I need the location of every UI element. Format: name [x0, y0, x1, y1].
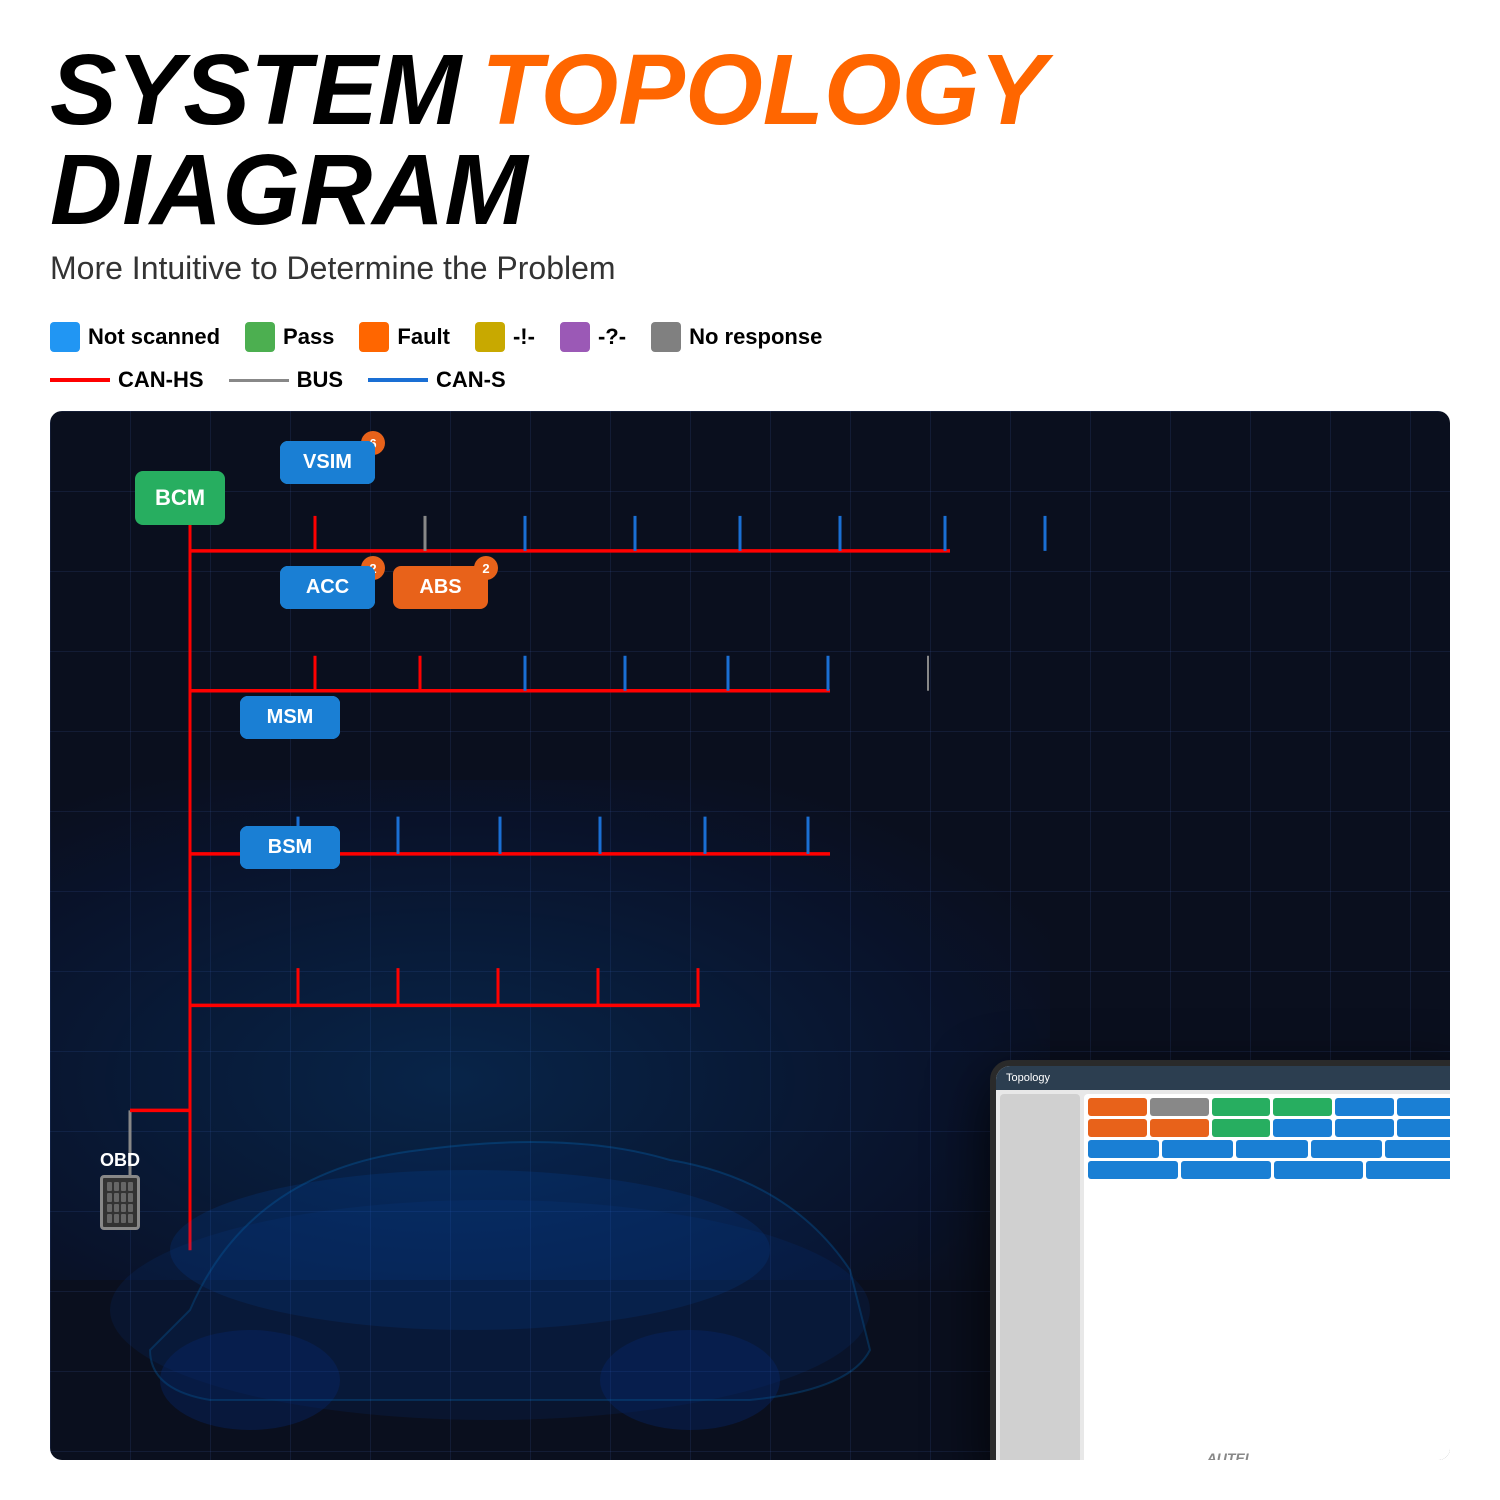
obd-icon [100, 1175, 140, 1230]
title-section: SYSTEM TOPOLOGY DIAGRAM More Intuitive t… [50, 40, 1450, 287]
row2: TCM 2 ABS 2 IPC EPS SCCM RFH ACC [280, 566, 488, 609]
legend-fault-label: Fault [397, 324, 450, 350]
tablet-brand: AUTEL [1207, 1450, 1254, 1460]
tablet-row-4 [1088, 1161, 1450, 1179]
car-silhouette [70, 970, 970, 1450]
legend-excl-label: -!- [513, 324, 535, 350]
tm-sccm [1335, 1119, 1394, 1137]
tm-orc [1212, 1098, 1271, 1116]
module-abs[interactable]: ABS 2 [393, 566, 488, 609]
tablet-row-1 [1088, 1098, 1450, 1116]
legend-excl: -!- [475, 322, 535, 352]
lines-legend: CAN-HS BUS CAN-S [50, 367, 1450, 393]
legend-can-hs: CAN-HS [50, 367, 204, 393]
legend-no-response: No response [651, 322, 822, 352]
module-acc[interactable]: ACC [280, 566, 375, 609]
tablet-header-text: Topology [1006, 1072, 1050, 1084]
tm-ics [1236, 1140, 1307, 1158]
tm-ddm [1274, 1161, 1364, 1179]
tablet-row-3 [1088, 1140, 1450, 1158]
legend-box-blue [50, 322, 80, 352]
legend-fault: Fault [359, 322, 450, 352]
tm-tcm [1088, 1119, 1147, 1137]
obd-connector: OBD [100, 1150, 140, 1230]
tablet-device: Topology [990, 1060, 1450, 1460]
legend: Not scanned Pass Fault -!- -?- No respon… [50, 322, 1450, 352]
title-system: SYSTEM [50, 40, 461, 140]
legend-pass: Pass [245, 322, 334, 352]
module-msm[interactable]: MSM [240, 696, 340, 739]
module-bsm[interactable]: BSM [240, 826, 340, 869]
tablet-main [1084, 1094, 1450, 1460]
obd-label: OBD [100, 1150, 140, 1171]
tablet-sidebar [1000, 1094, 1080, 1460]
legend-box-gray [651, 322, 681, 352]
tm-eps [1273, 1119, 1332, 1137]
legend-pass-label: Pass [283, 324, 334, 350]
tablet-row-2 [1088, 1119, 1450, 1137]
line-blue-can [368, 378, 428, 382]
tm-pdm [1088, 1161, 1178, 1179]
subtitle: More Intuitive to Determine the Problem [50, 250, 1450, 287]
module-vsim[interactable]: VSIM [280, 441, 375, 484]
tm-tpm [1273, 1098, 1332, 1116]
badge-abs: 2 [474, 556, 498, 580]
tm-adcm [1335, 1098, 1394, 1116]
tm-tgw [1385, 1140, 1450, 1158]
legend-can-s-label: CAN-S [436, 367, 506, 393]
tm-pcm [1088, 1098, 1147, 1116]
module-bcm-label: BCM [155, 485, 205, 511]
legend-no-response-label: No response [689, 324, 822, 350]
legend-q-label: -?- [598, 324, 626, 350]
legend-not-scanned-label: Not scanned [88, 324, 220, 350]
legend-box-purple [560, 322, 590, 352]
tm-amp [1181, 1161, 1271, 1179]
legend-box-orange [359, 322, 389, 352]
legend-box-green [245, 322, 275, 352]
tm-itm [1162, 1140, 1233, 1158]
tablet-screen: Topology [996, 1066, 1450, 1460]
title-topology: TOPOLOGY [481, 40, 1046, 140]
tm-abs [1150, 1119, 1209, 1137]
tm-rfh [1397, 1119, 1450, 1137]
tm-hfm [1311, 1140, 1382, 1158]
tm-hvac [1088, 1140, 1159, 1158]
legend-box-yellow [475, 322, 505, 352]
row1: PCM 6 DTCM ORC TPM ADCM PTS ESM VSIM [280, 441, 375, 484]
line-gray [229, 379, 289, 382]
module-bcm[interactable]: BCM [135, 471, 225, 525]
diagram-area: BCM PCM 6 DTCM ORC TPM ADCM PTS ESM VSIM… [50, 411, 1450, 1460]
legend-q: -?- [560, 322, 626, 352]
legend-bus: BUS [229, 367, 343, 393]
page-wrapper: SYSTEM TOPOLOGY DIAGRAM More Intuitive t… [0, 0, 1500, 1500]
title-line1: SYSTEM TOPOLOGY [50, 40, 1450, 140]
line-red [50, 378, 110, 382]
legend-not-scanned: Not scanned [50, 322, 220, 352]
legend-can-hs-label: CAN-HS [118, 367, 204, 393]
tm-dtcm [1150, 1098, 1209, 1116]
title-diagram: DIAGRAM [50, 140, 1450, 240]
legend-can-s: CAN-S [368, 367, 506, 393]
tablet-header: Topology [996, 1066, 1450, 1090]
tm-hsm [1366, 1161, 1450, 1179]
tm-ipc [1212, 1119, 1271, 1137]
tablet-body [996, 1090, 1450, 1460]
tm-pts [1397, 1098, 1450, 1116]
legend-bus-label: BUS [297, 367, 343, 393]
